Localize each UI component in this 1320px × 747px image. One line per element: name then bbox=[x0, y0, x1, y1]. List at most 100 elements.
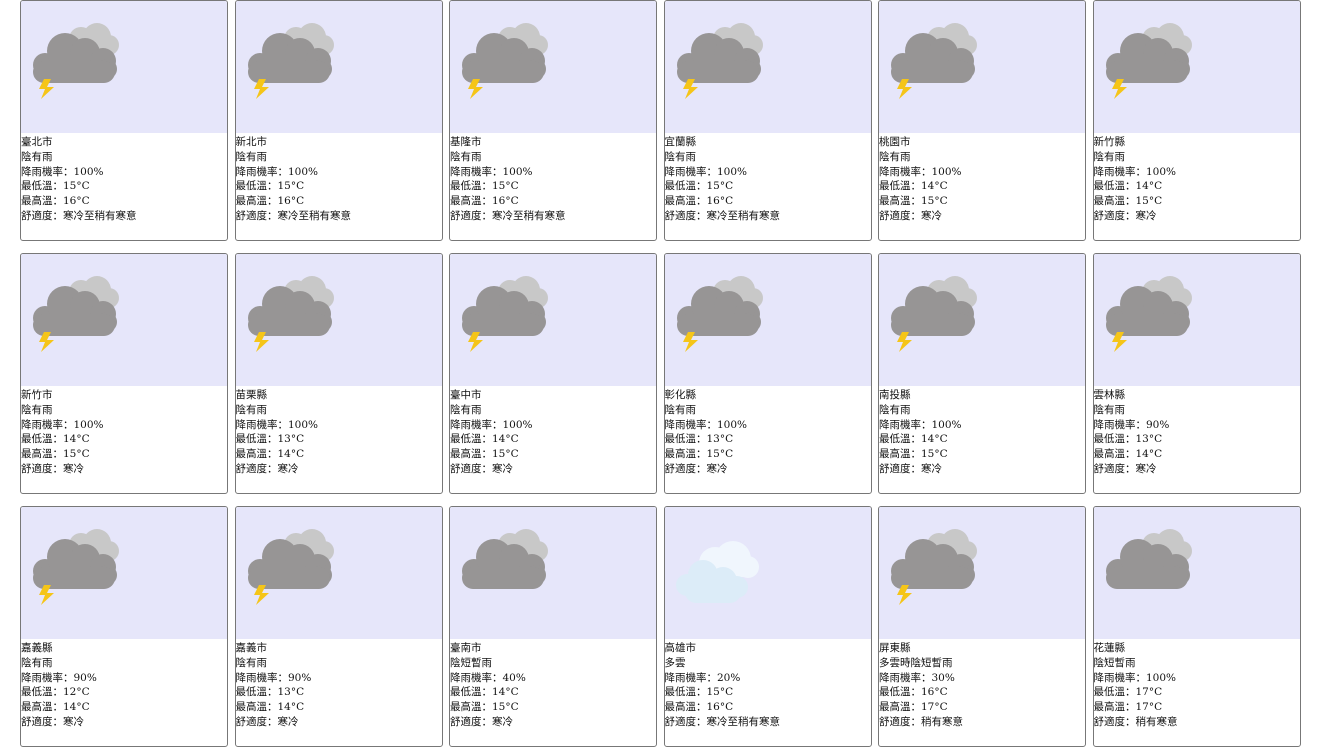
weather-description: 陰有雨 bbox=[450, 150, 482, 163]
city-name: 桃園市 bbox=[879, 136, 911, 148]
thunder-cloud-icon bbox=[1105, 276, 1192, 352]
city-name: 新北市 bbox=[235, 136, 268, 148]
city-name: 高雄市 bbox=[664, 642, 697, 654]
rain-probability: 降雨機率：100% bbox=[235, 418, 319, 431]
rain-probability: 降雨機率：100% bbox=[235, 165, 319, 178]
thunder-cloud-icon bbox=[676, 276, 763, 352]
city-info: 桃園市 陰有雨 降雨機率：100% 最低溫：14°C 最高溫：15°C 舒適度：… bbox=[879, 133, 1085, 224]
weather-icon-area bbox=[21, 507, 227, 639]
city-info: 花蓮縣 陰短暫雨 降雨機率：100% 最低溫：17°C 最高溫：17°C 舒適度… bbox=[1094, 639, 1300, 730]
city-name: 臺南市 bbox=[450, 642, 482, 654]
max-temperature: 最高溫：16°C bbox=[235, 195, 305, 208]
max-temperature: 最高溫：16°C bbox=[664, 195, 734, 208]
weather-description: 多雲時陰短暫雨 bbox=[879, 656, 953, 669]
comfort-index: 舒適度：寒冷 bbox=[21, 715, 84, 728]
city-info: 宜蘭縣 陰有雨 降雨機率：100% 最低溫：15°C 最高溫：16°C 舒適度：… bbox=[665, 133, 871, 224]
city-card: 新竹縣 陰有雨 降雨機率：100% 最低溫：14°C 最高溫：15°C 舒適度：… bbox=[1092, 0, 1301, 241]
min-temperature: 最低溫：14°C bbox=[879, 433, 948, 446]
city-card: 臺中市 陰有雨 降雨機率：100% 最低溫：14°C 最高溫：15°C 舒適度：… bbox=[449, 253, 657, 494]
city-info: 彰化縣 陰有雨 降雨機率：100% 最低溫：13°C 最高溫：15°C 舒適度：… bbox=[665, 386, 871, 477]
weather-description: 陰有雨 bbox=[664, 403, 697, 416]
weather-icon-area bbox=[664, 1, 871, 133]
max-temperature: 最高溫：16°C bbox=[450, 195, 519, 208]
max-temperature: 最高溫：17°C bbox=[879, 701, 948, 714]
city-name: 苗栗縣 bbox=[235, 389, 268, 401]
weather-icon-area bbox=[1093, 1, 1300, 133]
min-temperature: 最低溫：16°C bbox=[879, 686, 948, 699]
city-info: 屏東縣 多雲時陰短暫雨 降雨機率：30% 最低溫：16°C 最高溫：17°C 舒… bbox=[879, 639, 1085, 730]
comfort-index: 舒適度：寒冷至稍有寒意 bbox=[664, 715, 781, 728]
dark-cloud-icon bbox=[1105, 529, 1192, 589]
comfort-index: 舒適度：寒冷 bbox=[664, 462, 728, 475]
max-temperature: 最高溫：15°C bbox=[450, 701, 519, 714]
city-card: 高雄市 多雲 降雨機率：20% 最低溫：15°C 最高溫：16°C 舒適度：寒冷… bbox=[663, 506, 872, 747]
city-card: 臺北市 陰有雨 降雨機率：100% 最低溫：15°C 最高溫：16°C 舒適度：… bbox=[20, 0, 228, 241]
city-name: 新竹市 bbox=[21, 389, 53, 401]
rain-probability: 降雨機率：20% bbox=[664, 671, 741, 684]
weather-icon-area bbox=[21, 1, 227, 133]
city-info: 南投縣 陰有雨 降雨機率：100% 最低溫：14°C 最高溫：15°C 舒適度：… bbox=[879, 386, 1085, 477]
max-temperature: 最高溫：17°C bbox=[1093, 701, 1163, 714]
city-card: 臺南市 陰短暫雨 降雨機率：40% 最低溫：14°C 最高溫：15°C 舒適度：… bbox=[449, 506, 657, 747]
comfort-index: 舒適度：寒冷 bbox=[879, 462, 942, 475]
city-card: 屏東縣 多雲時陰短暫雨 降雨機率：30% 最低溫：16°C 最高溫：17°C 舒… bbox=[878, 506, 1086, 747]
city-name: 花蓮縣 bbox=[1093, 642, 1126, 654]
rain-probability: 降雨機率：90% bbox=[1093, 418, 1170, 431]
city-info: 苗栗縣 陰有雨 降雨機率：100% 最低溫：13°C 最高溫：14°C 舒適度：… bbox=[236, 386, 442, 477]
min-temperature: 最低溫：14°C bbox=[450, 433, 519, 446]
city-info: 雲林縣 陰有雨 降雨機率：90% 最低溫：13°C 最高溫：14°C 舒適度：寒… bbox=[1094, 386, 1300, 477]
rain-probability: 降雨機率：100% bbox=[21, 418, 104, 431]
thunder-cloud-icon bbox=[33, 23, 119, 99]
weather-description: 陰短暫雨 bbox=[450, 656, 492, 669]
rain-probability: 降雨機率：100% bbox=[21, 165, 104, 178]
thunder-cloud-icon bbox=[462, 23, 548, 99]
min-temperature: 最低溫：14°C bbox=[450, 686, 519, 699]
weather-icon-area bbox=[450, 254, 656, 386]
weather-description: 陰有雨 bbox=[21, 150, 53, 163]
thunder-cloud-icon bbox=[247, 276, 334, 352]
city-name: 基隆市 bbox=[450, 136, 482, 148]
thunder-cloud-icon bbox=[247, 529, 334, 605]
thunder-cloud-icon bbox=[462, 276, 548, 352]
city-info: 臺中市 陰有雨 降雨機率：100% 最低溫：14°C 最高溫：15°C 舒適度：… bbox=[450, 386, 656, 477]
max-temperature: 最高溫：16°C bbox=[664, 701, 734, 714]
city-card: 苗栗縣 陰有雨 降雨機率：100% 最低溫：13°C 最高溫：14°C 舒適度：… bbox=[234, 253, 443, 494]
city-card: 新北市 陰有雨 降雨機率：100% 最低溫：15°C 最高溫：16°C 舒適度：… bbox=[234, 0, 443, 241]
min-temperature: 最低溫：14°C bbox=[1093, 180, 1163, 193]
weather-description: 陰有雨 bbox=[21, 656, 53, 669]
comfort-index: 舒適度：寒冷 bbox=[1093, 462, 1157, 475]
weather-icon-area bbox=[450, 507, 656, 639]
max-temperature: 最高溫：15°C bbox=[664, 448, 734, 461]
rain-probability: 降雨機率：40% bbox=[450, 671, 526, 684]
max-temperature: 最高溫：15°C bbox=[21, 448, 90, 461]
city-info: 新竹縣 陰有雨 降雨機率：100% 最低溫：14°C 最高溫：15°C 舒適度：… bbox=[1094, 133, 1300, 224]
comfort-index: 舒適度：寒冷至稍有寒意 bbox=[450, 209, 566, 222]
rain-probability: 降雨機率：90% bbox=[235, 671, 312, 684]
weather-icon-area bbox=[879, 507, 1085, 639]
city-info: 新竹市 陰有雨 降雨機率：100% 最低溫：14°C 最高溫：15°C 舒適度：… bbox=[21, 386, 227, 477]
rain-probability: 降雨機率：100% bbox=[1093, 165, 1177, 178]
thunder-cloud-icon bbox=[891, 276, 977, 352]
comfort-index: 舒適度：寒冷至稍有寒意 bbox=[21, 209, 137, 222]
weather-description: 陰短暫雨 bbox=[1093, 656, 1136, 669]
weather-icon-area bbox=[1093, 507, 1300, 639]
min-temperature: 最低溫：13°C bbox=[664, 433, 734, 446]
weather-icon-area bbox=[21, 254, 227, 386]
comfort-index: 舒適度：寒冷 bbox=[1093, 209, 1157, 222]
max-temperature: 最高溫：15°C bbox=[450, 448, 519, 461]
rain-probability: 降雨機率：100% bbox=[664, 418, 748, 431]
comfort-index: 舒適度：寒冷 bbox=[235, 462, 299, 475]
rain-probability: 降雨機率：100% bbox=[879, 165, 962, 178]
weather-description: 陰有雨 bbox=[235, 656, 268, 669]
rain-probability: 降雨機率：30% bbox=[879, 671, 955, 684]
city-name: 嘉義市 bbox=[235, 642, 268, 654]
thunder-cloud-icon bbox=[1105, 23, 1192, 99]
min-temperature: 最低溫：14°C bbox=[879, 180, 948, 193]
city-card: 南投縣 陰有雨 降雨機率：100% 最低溫：14°C 最高溫：15°C 舒適度：… bbox=[878, 253, 1086, 494]
weather-description: 多雲 bbox=[664, 656, 686, 669]
min-temperature: 最低溫：15°C bbox=[21, 180, 90, 193]
city-name: 雲林縣 bbox=[1093, 389, 1126, 401]
city-card: 基隆市 陰有雨 降雨機率：100% 最低溫：15°C 最高溫：16°C 舒適度：… bbox=[449, 0, 657, 241]
weather-description: 陰有雨 bbox=[235, 403, 268, 416]
city-name: 臺中市 bbox=[450, 389, 482, 401]
